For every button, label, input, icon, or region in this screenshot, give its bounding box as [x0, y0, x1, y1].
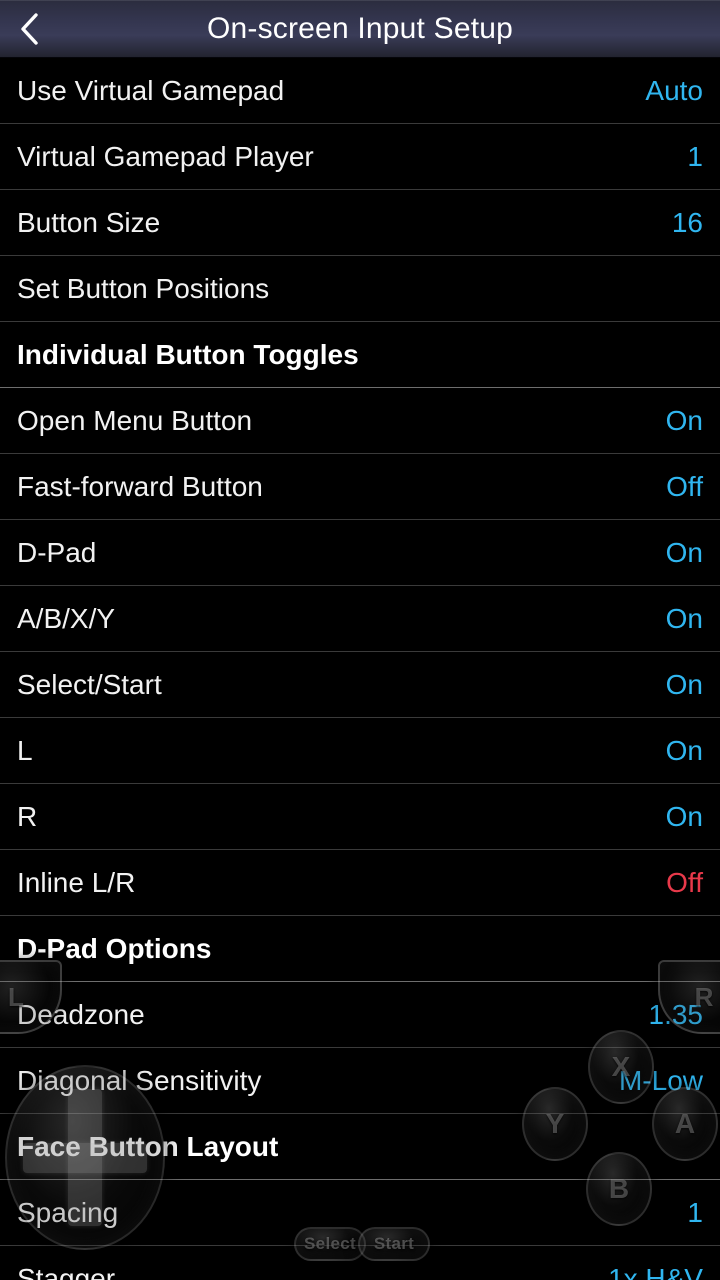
- settings-row[interactable]: Inline L/R Off: [0, 850, 720, 916]
- settings-row-label: Individual Button Toggles: [17, 338, 359, 370]
- settings-row-label: Face Button Layout: [17, 1130, 279, 1162]
- settings-row-label: Set Button Positions: [17, 272, 270, 304]
- settings-row-label: Deadzone: [17, 998, 145, 1030]
- settings-row[interactable]: Use Virtual Gamepad Auto: [0, 58, 720, 124]
- settings-section-header: Face Button Layout: [0, 1114, 720, 1180]
- settings-row-label: Stagger: [17, 1262, 116, 1280]
- back-button[interactable]: [0, 0, 58, 58]
- settings-row[interactable]: Fast-forward Button Off: [0, 454, 720, 520]
- settings-row-label: Diagonal Sensitivity: [17, 1064, 262, 1096]
- settings-row[interactable]: Open Menu Button On: [0, 388, 720, 454]
- chevron-left-icon: [18, 11, 40, 47]
- settings-row-value: Auto: [645, 74, 703, 106]
- settings-section-header: D-Pad Options: [0, 916, 720, 982]
- settings-row-value: Off: [666, 866, 703, 898]
- settings-row-label: Spacing: [17, 1196, 119, 1228]
- settings-section-header: Individual Button Toggles: [0, 322, 720, 388]
- settings-row-label: D-Pad: [17, 536, 97, 568]
- settings-row-value: 1x H&V: [608, 1262, 703, 1280]
- app-screen: On-screen Input Setup Use Virtual Gamepa…: [0, 0, 720, 1280]
- settings-row-value: 1.35: [648, 998, 704, 1030]
- settings-row[interactable]: Virtual Gamepad Player 1: [0, 124, 720, 190]
- settings-row-value: 1: [687, 1196, 703, 1228]
- settings-row-label: Open Menu Button: [17, 404, 253, 436]
- settings-row-label: Select/Start: [17, 668, 162, 700]
- settings-row-label: Use Virtual Gamepad: [17, 74, 285, 106]
- settings-row[interactable]: R On: [0, 784, 720, 850]
- settings-row[interactable]: Set Button Positions: [0, 256, 720, 322]
- settings-row[interactable]: A/B/X/Y On: [0, 586, 720, 652]
- settings-row-label: R: [17, 800, 38, 832]
- settings-row-value: On: [665, 404, 703, 436]
- settings-row-label: Inline L/R: [17, 866, 136, 898]
- settings-row-label: Virtual Gamepad Player: [17, 140, 314, 172]
- settings-row[interactable]: Spacing 1: [0, 1180, 720, 1246]
- title-bar: On-screen Input Setup: [0, 0, 720, 58]
- settings-row-value: Off: [666, 470, 703, 502]
- settings-row-value: On: [665, 734, 703, 766]
- settings-list: Use Virtual Gamepad Auto Virtual Gamepad P…: [0, 58, 720, 1280]
- settings-row-value: On: [665, 668, 703, 700]
- settings-row-value: On: [665, 536, 703, 568]
- settings-row[interactable]: L On: [0, 718, 720, 784]
- page-title: On-screen Input Setup: [206, 11, 514, 45]
- settings-row-value: On: [665, 800, 703, 832]
- settings-row-label: L: [17, 734, 33, 766]
- settings-row-value: 1: [687, 140, 703, 172]
- settings-row-value: 16: [671, 206, 703, 238]
- settings-row[interactable]: D-Pad On: [0, 520, 720, 586]
- settings-row[interactable]: Stagger 1x H&V: [0, 1246, 720, 1280]
- settings-row[interactable]: Select/Start On: [0, 652, 720, 718]
- settings-row-label: Fast-forward Button: [17, 470, 263, 502]
- settings-row[interactable]: Deadzone 1.35: [0, 982, 720, 1048]
- settings-row[interactable]: Button Size 16: [0, 190, 720, 256]
- settings-row[interactable]: Diagonal Sensitivity M-Low: [0, 1048, 720, 1114]
- settings-row-label: Button Size: [17, 206, 161, 238]
- settings-row-value: M-Low: [618, 1064, 703, 1096]
- settings-row-value: On: [665, 602, 703, 634]
- settings-row-label: A/B/X/Y: [17, 602, 116, 634]
- settings-row-label: D-Pad Options: [17, 932, 212, 964]
